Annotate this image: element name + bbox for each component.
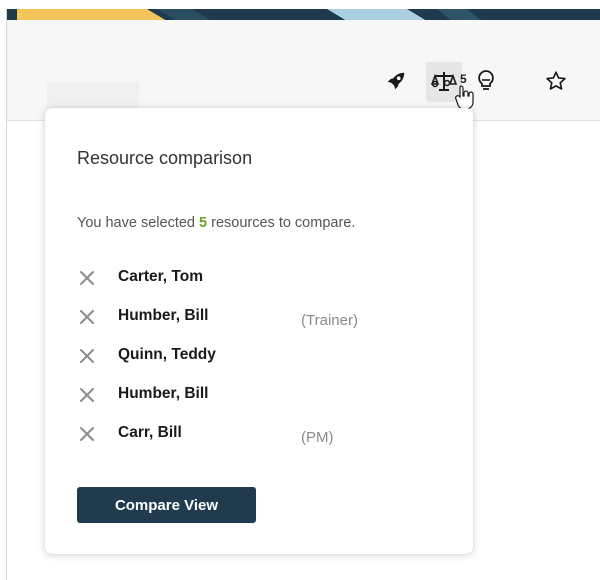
star-icon[interactable] [542,67,570,95]
resource-row: Humber, Bill (Trainer) [75,305,455,344]
rocket-icon[interactable] [382,67,410,95]
resource-name: Humber, Bill [118,385,209,402]
header-banner [7,8,600,20]
resource-name: Carr, Bill [118,424,182,441]
remove-resource-icon[interactable] [79,426,95,442]
lightbulb-icon[interactable] [472,67,500,95]
remove-resource-icon[interactable] [79,309,95,325]
summary-suffix: resources to compare. [207,215,356,231]
compare-view-button[interactable]: Compare View [77,487,256,523]
resource-name: Humber, Bill [118,307,209,324]
toolbar: 5 [7,20,600,121]
popover-title: Resource comparison [77,148,253,168]
remove-resource-icon[interactable] [79,387,95,403]
resource-role: (Trainer) [301,312,358,329]
resource-row: Humber, Bill [75,383,455,422]
selection-summary: You have selected 5 resources to compare… [77,215,355,231]
summary-prefix: You have selected [77,215,200,231]
resource-row: Carr, Bill (PM) [75,422,455,461]
resource-list: Carter, Tom Humber, Bill (Trainer) Quinn… [75,266,455,461]
resource-name: Carter, Tom [118,268,203,285]
resource-role: (PM) [301,429,334,446]
app-window: 5 Resource comparison You have selected … [6,8,600,580]
resource-comparison-popover: Resource comparison You have selected 5 … [45,108,473,554]
selected-count: 5 [199,215,208,231]
resource-row: Quinn, Teddy [75,344,455,383]
remove-resource-icon[interactable] [79,270,95,286]
resource-row: Carter, Tom [75,266,455,305]
remove-resource-icon[interactable] [79,348,95,364]
resource-name: Quinn, Teddy [118,346,216,363]
